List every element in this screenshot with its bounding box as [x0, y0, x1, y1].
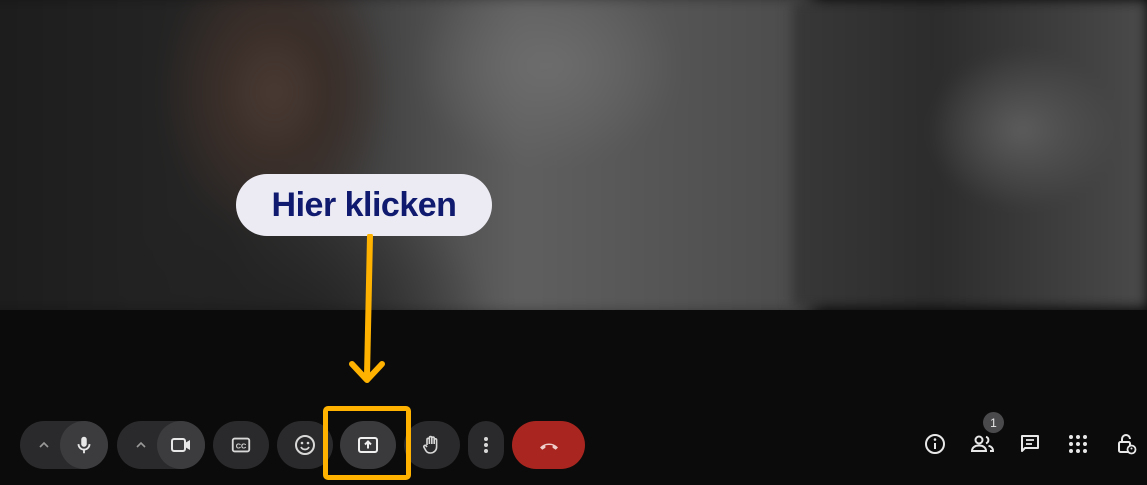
chevron-up-icon[interactable] [36, 437, 52, 453]
microphone-button[interactable] [60, 421, 108, 469]
pointer-arrow-icon [349, 234, 385, 383]
callout-bubble: Hier klicken [236, 174, 492, 236]
apps-grid-icon [1067, 433, 1089, 455]
meeting-info-button[interactable] [921, 430, 949, 458]
phone-hangup-icon [537, 433, 561, 457]
captions-button[interactable]: CC [213, 421, 269, 469]
video-area [0, 0, 1147, 310]
svg-text:CC: CC [236, 442, 247, 451]
people-button[interactable] [969, 430, 997, 458]
leave-call-button[interactable] [512, 421, 585, 469]
mic-control-group [20, 421, 108, 469]
raise-hand-button[interactable] [404, 421, 460, 469]
camera-button[interactable] [157, 421, 205, 469]
more-vertical-icon [482, 435, 490, 455]
callout-text: Hier klicken [271, 185, 457, 224]
video-camera-icon [169, 433, 193, 457]
present-button-highlight [323, 406, 411, 480]
emoji-icon [293, 433, 317, 457]
info-icon [923, 432, 947, 456]
main-video-tile [0, 0, 812, 310]
host-controls-button[interactable] [1112, 430, 1140, 458]
activities-button[interactable] [1064, 430, 1092, 458]
closed-captions-icon: CC [230, 434, 252, 456]
chat-button[interactable] [1016, 430, 1044, 458]
people-icon [970, 432, 996, 456]
secondary-video-tile [792, 0, 1147, 308]
more-options-button[interactable] [468, 421, 504, 469]
camera-control-group [117, 421, 205, 469]
chat-icon [1018, 432, 1042, 456]
mic-icon [73, 434, 95, 456]
hand-icon [420, 433, 444, 457]
chevron-up-icon[interactable] [133, 437, 149, 453]
host-controls-lock-icon [1114, 432, 1138, 456]
